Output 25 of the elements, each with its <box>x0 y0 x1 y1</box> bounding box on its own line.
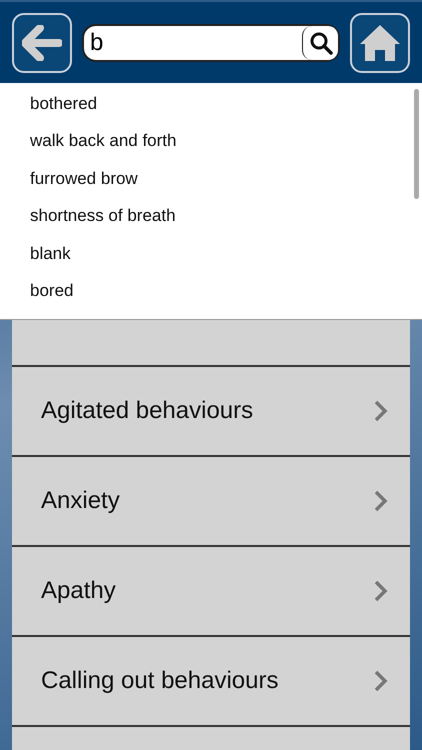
scrollbar[interactable] <box>414 89 419 199</box>
chevron-icon <box>374 400 388 422</box>
category-row[interactable]: Calling out behaviours <box>12 637 410 727</box>
suggestion-item[interactable]: bored <box>0 272 422 310</box>
suggestion-item[interactable]: bothered <box>0 85 422 122</box>
home-icon <box>358 22 402 62</box>
category-row[interactable]: Agitated behaviours <box>12 367 410 457</box>
search-icon <box>308 30 332 54</box>
category-row[interactable]: Apathy <box>12 547 410 637</box>
category-label: Calling out behaviours <box>41 667 278 695</box>
suggestion-item[interactable]: walk back and forth <box>0 122 422 160</box>
category-row[interactable]: Anxiety <box>12 457 410 547</box>
suggestion-item[interactable]: blank <box>0 235 422 272</box>
category-label: Anxiety <box>41 487 120 515</box>
chevron-icon <box>374 670 388 692</box>
search-button[interactable] <box>302 26 338 60</box>
home-button[interactable] <box>350 12 410 72</box>
suggestion-item[interactable]: furrowed brow <box>0 160 422 198</box>
chevron-icon <box>374 490 388 512</box>
suggestion-item[interactable]: shortness of breath <box>0 198 422 235</box>
category-label: Apathy <box>41 577 116 605</box>
category-label: Agitated behaviours <box>41 397 254 425</box>
chevron-icon <box>374 580 388 602</box>
back-arrow-icon <box>22 24 62 60</box>
back-button[interactable] <box>12 12 72 72</box>
